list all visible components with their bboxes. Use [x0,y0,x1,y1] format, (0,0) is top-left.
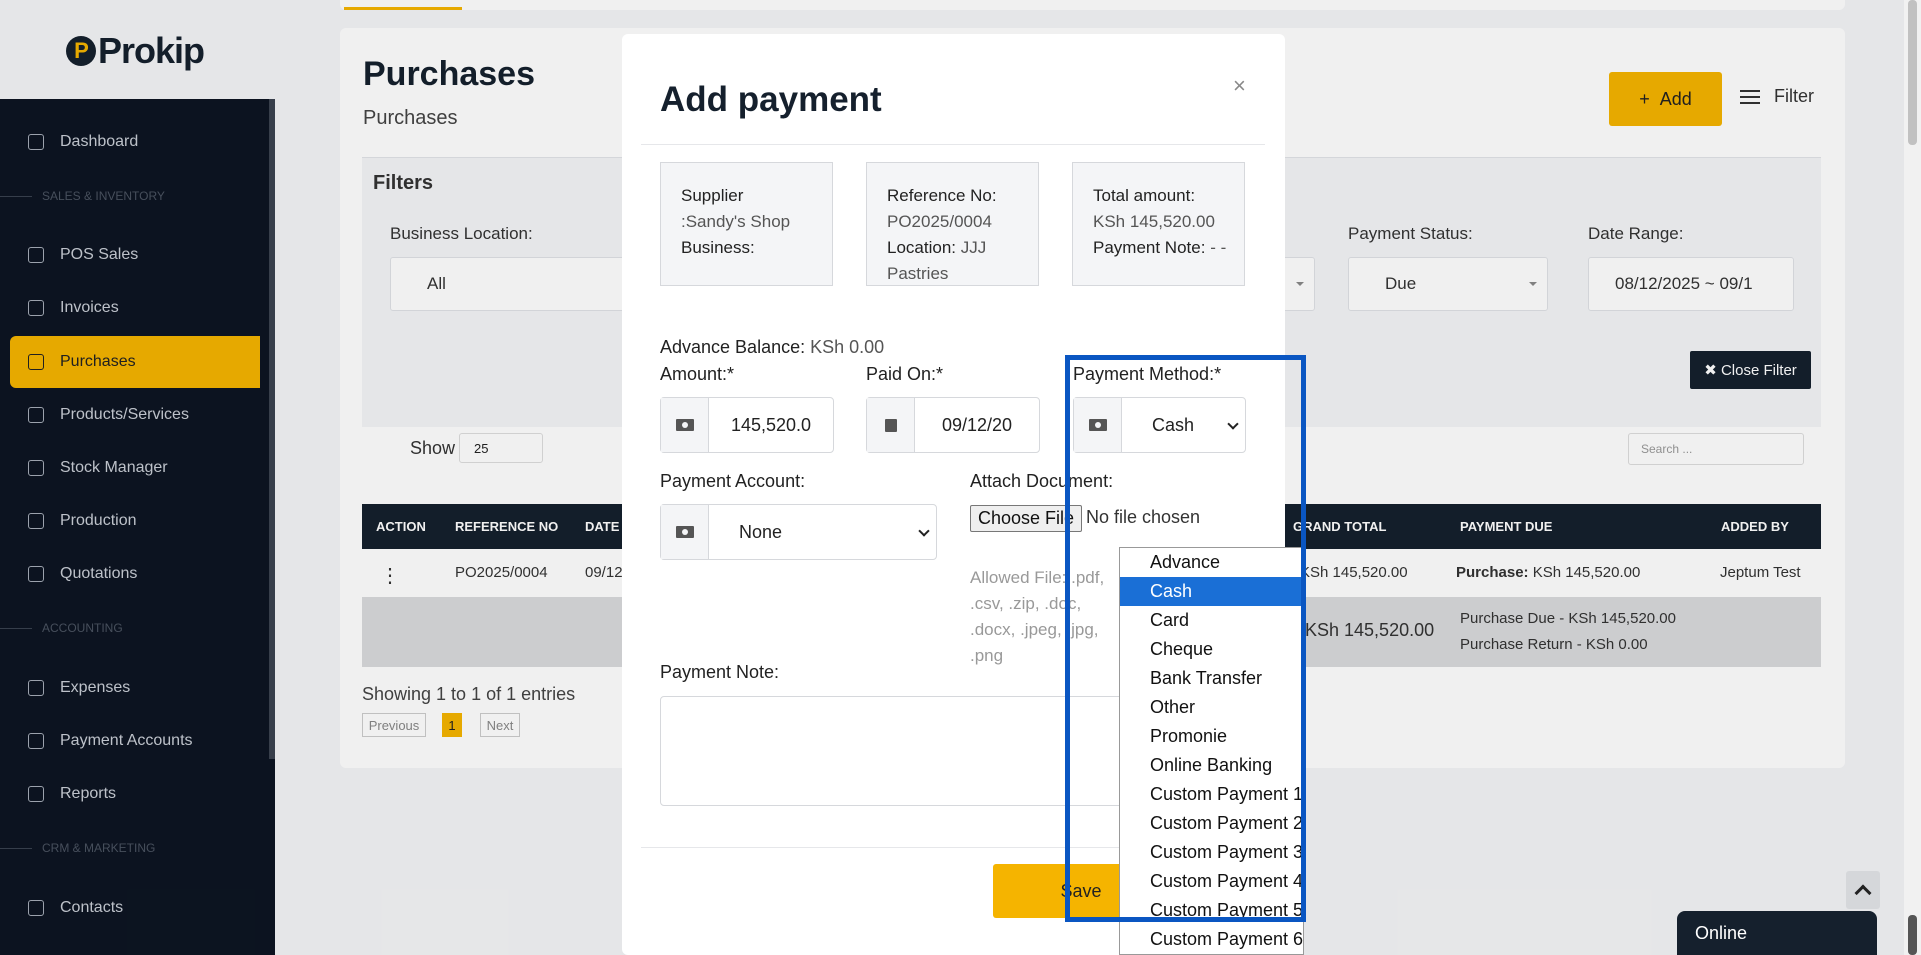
page-scrollbar[interactable] [1904,0,1921,955]
payment-account-select[interactable]: None [660,504,937,560]
money-icon [661,505,709,559]
amount-label: Amount:* [660,364,735,384]
close-icon[interactable]: × [1233,73,1246,99]
reference-info-box: Reference No: PO2025/0004 Location: JJJ … [866,162,1039,286]
chevron-up-icon [1854,884,1872,902]
calendar-icon [867,398,915,452]
payment-note-label: Payment Note: [660,662,780,682]
scroll-to-top-button[interactable] [1846,871,1880,909]
total-info-box: Total amount: KSh 145,520.00 Payment Not… [1072,162,1245,286]
paid-on-input[interactable]: 09/12/20 [866,397,1040,453]
advance-balance: Advance Balance: KSh 0.00 [660,337,885,357]
amount-input[interactable]: 145,520.0 [660,397,834,453]
paid-on-label: Paid On:* [866,364,944,384]
divider [641,144,1265,145]
dropdown-option[interactable]: Custom Payment 6 [1120,925,1303,954]
money-icon [661,398,709,452]
payment-account-label: Payment Account: [660,471,806,491]
highlight-annotation [1065,355,1306,922]
supplier-info-box: Supplier :Sandy's Shop Business: [660,162,833,286]
modal-title: Add payment [660,80,882,119]
chat-widget[interactable]: Online [1677,911,1877,955]
chevron-down-icon [918,525,930,537]
